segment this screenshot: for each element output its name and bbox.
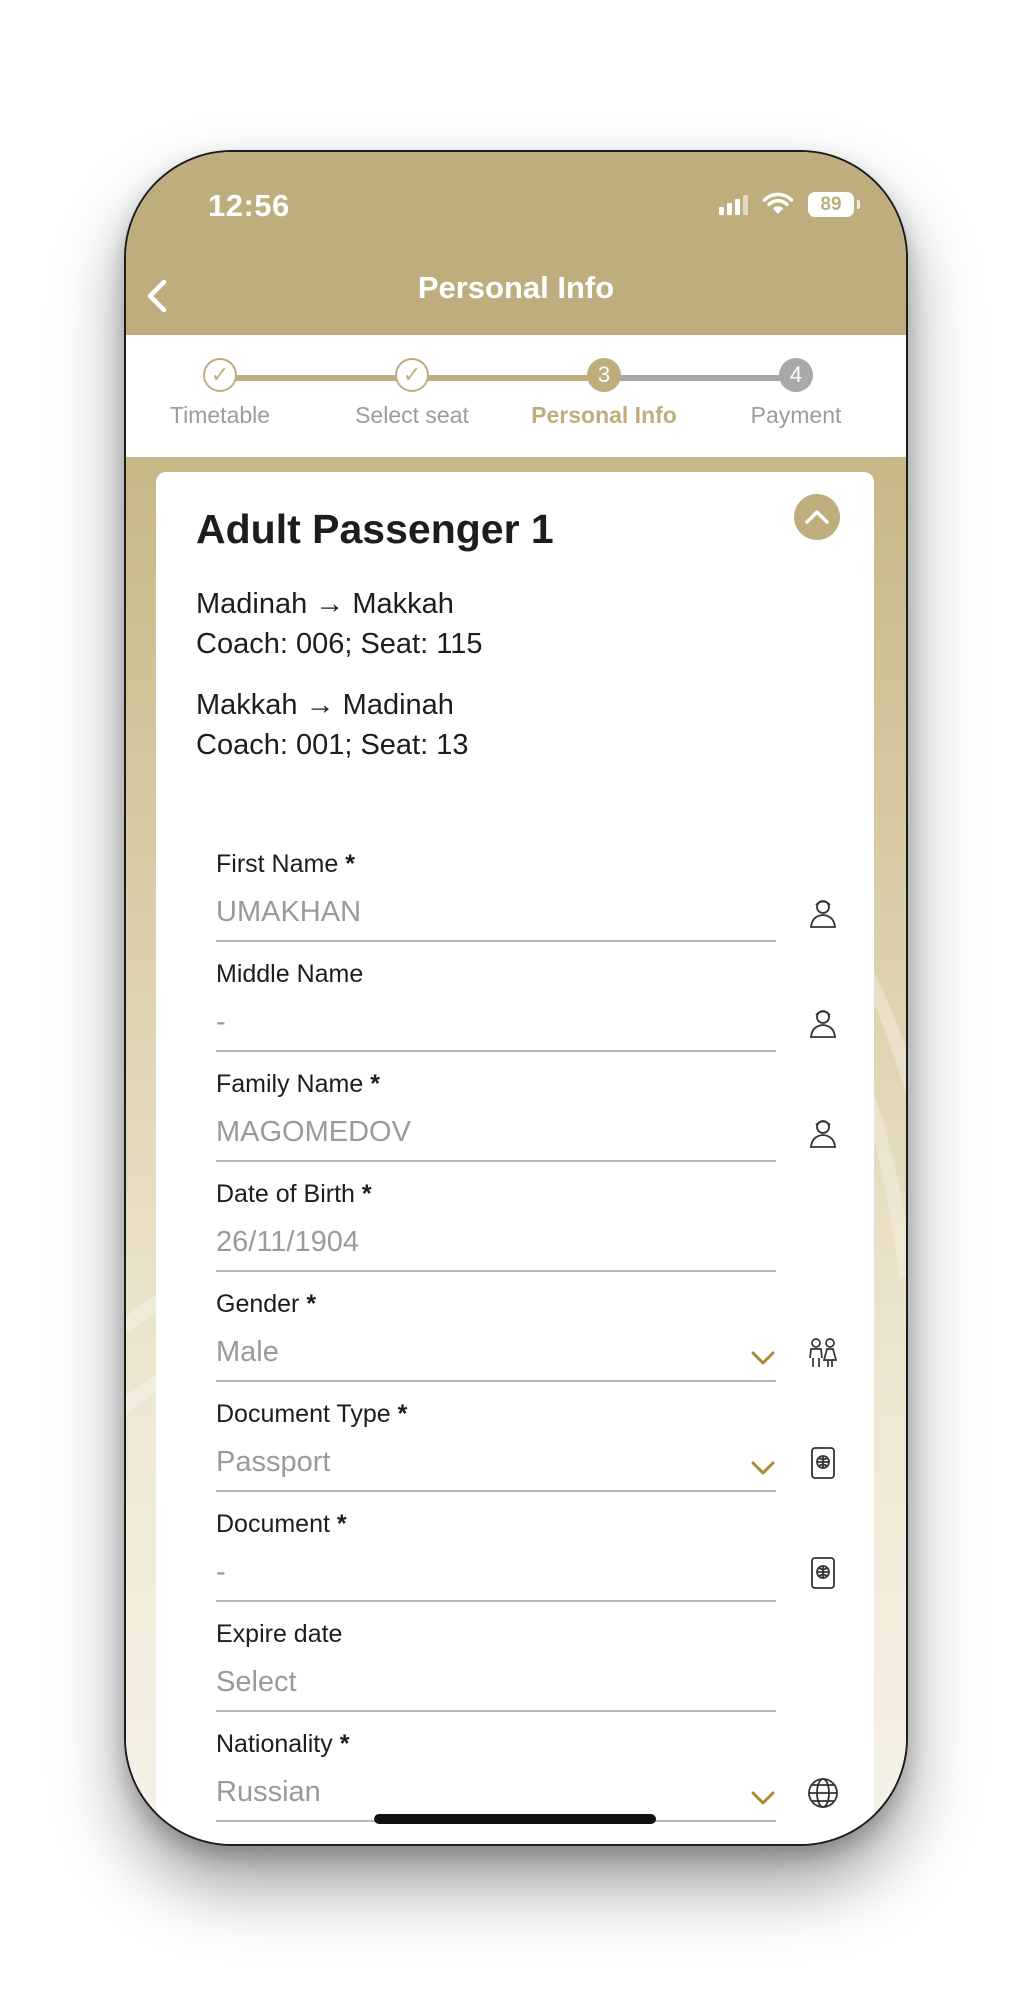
passenger-title: Adult Passenger 1: [196, 506, 554, 552]
home-indicator: [374, 1814, 656, 1824]
field-label: Gender: [216, 1290, 300, 1318]
step-personal-info-number: 3: [587, 358, 621, 392]
field-label: Middle Name: [216, 960, 364, 988]
field-underline: [216, 1160, 776, 1162]
status-time: 12:56: [208, 188, 290, 223]
trip-outbound: Madinah → Makkah Coach: 006; Seat: 115: [196, 584, 482, 664]
field-underline: [216, 1270, 776, 1272]
expire-date-field[interactable]: Expire date Select: [216, 1620, 776, 1720]
document-type-field[interactable]: Document Type * Passport: [216, 1400, 835, 1500]
required-marker: *: [397, 1400, 408, 1428]
chevron-down-icon[interactable]: [750, 1460, 776, 1476]
field-label: First Name: [216, 850, 339, 878]
field-underline: [216, 1600, 776, 1602]
chevron-down-icon[interactable]: [750, 1790, 776, 1806]
required-marker: *: [339, 1730, 350, 1758]
field-underline: [216, 1380, 776, 1382]
step-label-payment: Payment: [750, 402, 842, 428]
required-marker: *: [306, 1290, 317, 1318]
expire-date-input[interactable]: Select: [216, 1666, 297, 1699]
family-name-input[interactable]: MAGOMEDOV: [216, 1116, 411, 1149]
step-timetable-check-icon: ✓: [203, 358, 237, 392]
phone-frame: 12:56 89 Personal Info ✓ ✓ 3 4 Timetable…: [124, 150, 908, 1846]
required-marker: *: [361, 1180, 372, 1208]
middle-name-field[interactable]: Middle Name -: [216, 960, 836, 1060]
document-type-select[interactable]: Passport: [216, 1446, 330, 1479]
step-connector-3: [604, 375, 796, 381]
field-label: Family Name: [216, 1070, 364, 1098]
field-label: Document: [216, 1510, 330, 1538]
cellular-signal-icon: [719, 193, 748, 215]
trip-seat-details: Coach: 001; Seat: 13: [196, 729, 469, 761]
date-of-birth-input[interactable]: 26/11/1904: [216, 1226, 359, 1259]
first-name-field[interactable]: First Name * UMAKHAN: [216, 850, 836, 950]
nationality-select[interactable]: Russian: [216, 1776, 321, 1809]
person-icon: [810, 1010, 836, 1038]
person-icon: [810, 900, 836, 928]
required-marker: *: [336, 1510, 347, 1538]
step-connector-1: [220, 375, 412, 381]
field-underline: [216, 1490, 776, 1492]
passport-icon: [811, 1557, 835, 1589]
field-underline: [216, 1050, 776, 1052]
passenger-card: Adult Passenger 1 Madinah → Makkah Coach…: [156, 472, 874, 1844]
progress-stepper: [126, 335, 906, 457]
document-number-input[interactable]: -: [216, 1556, 226, 1589]
app-header: 12:56 89 Personal Info: [126, 152, 906, 335]
field-label: Date of Birth: [216, 1180, 355, 1208]
globe-icon: [808, 1778, 838, 1808]
gender-select[interactable]: Male: [216, 1336, 279, 1369]
person-icon: [810, 1120, 836, 1148]
date-of-birth-field[interactable]: Date of Birth * 26/11/1904: [216, 1180, 776, 1280]
step-label-personal-info: Personal Info: [531, 402, 677, 428]
gender-field[interactable]: Gender * Male: [216, 1290, 838, 1390]
chevron-down-icon[interactable]: [750, 1350, 776, 1366]
field-label: Expire date: [216, 1620, 343, 1648]
required-marker: *: [345, 850, 355, 878]
trip-route: Madinah → Makkah: [196, 588, 454, 620]
trip-seat-details: Coach: 006; Seat: 115: [196, 628, 483, 660]
step-payment-number: 4: [779, 358, 813, 392]
trip-return: Makkah → Madinah Coach: 001; Seat: 13: [196, 685, 468, 765]
first-name-input[interactable]: UMAKHAN: [216, 896, 361, 929]
field-underline: [216, 1710, 776, 1712]
page-title: Personal Info: [417, 270, 615, 305]
trip-route: Makkah → Madinah: [196, 689, 454, 721]
status-icons: 89: [719, 190, 860, 218]
battery-indicator: 89: [808, 191, 860, 217]
document-field[interactable]: Document * -: [216, 1510, 835, 1610]
family-icon: [809, 1338, 838, 1367]
middle-name-input[interactable]: -: [216, 1006, 226, 1039]
field-label: Document Type: [216, 1400, 391, 1428]
passport-icon: [811, 1447, 835, 1479]
wifi-icon: [762, 192, 794, 214]
step-label-timetable: Timetable: [169, 402, 271, 428]
field-underline: [216, 940, 776, 942]
family-name-field[interactable]: Family Name * MAGOMEDOV: [216, 1070, 836, 1170]
required-marker: *: [370, 1070, 380, 1098]
step-select-seat-check-icon: ✓: [395, 358, 429, 392]
step-connector-2: [412, 375, 604, 381]
step-label-select-seat: Select seat: [355, 402, 469, 428]
collapse-button[interactable]: [794, 494, 840, 540]
chevron-up-icon: [805, 510, 829, 524]
field-label: Nationality: [216, 1730, 333, 1758]
